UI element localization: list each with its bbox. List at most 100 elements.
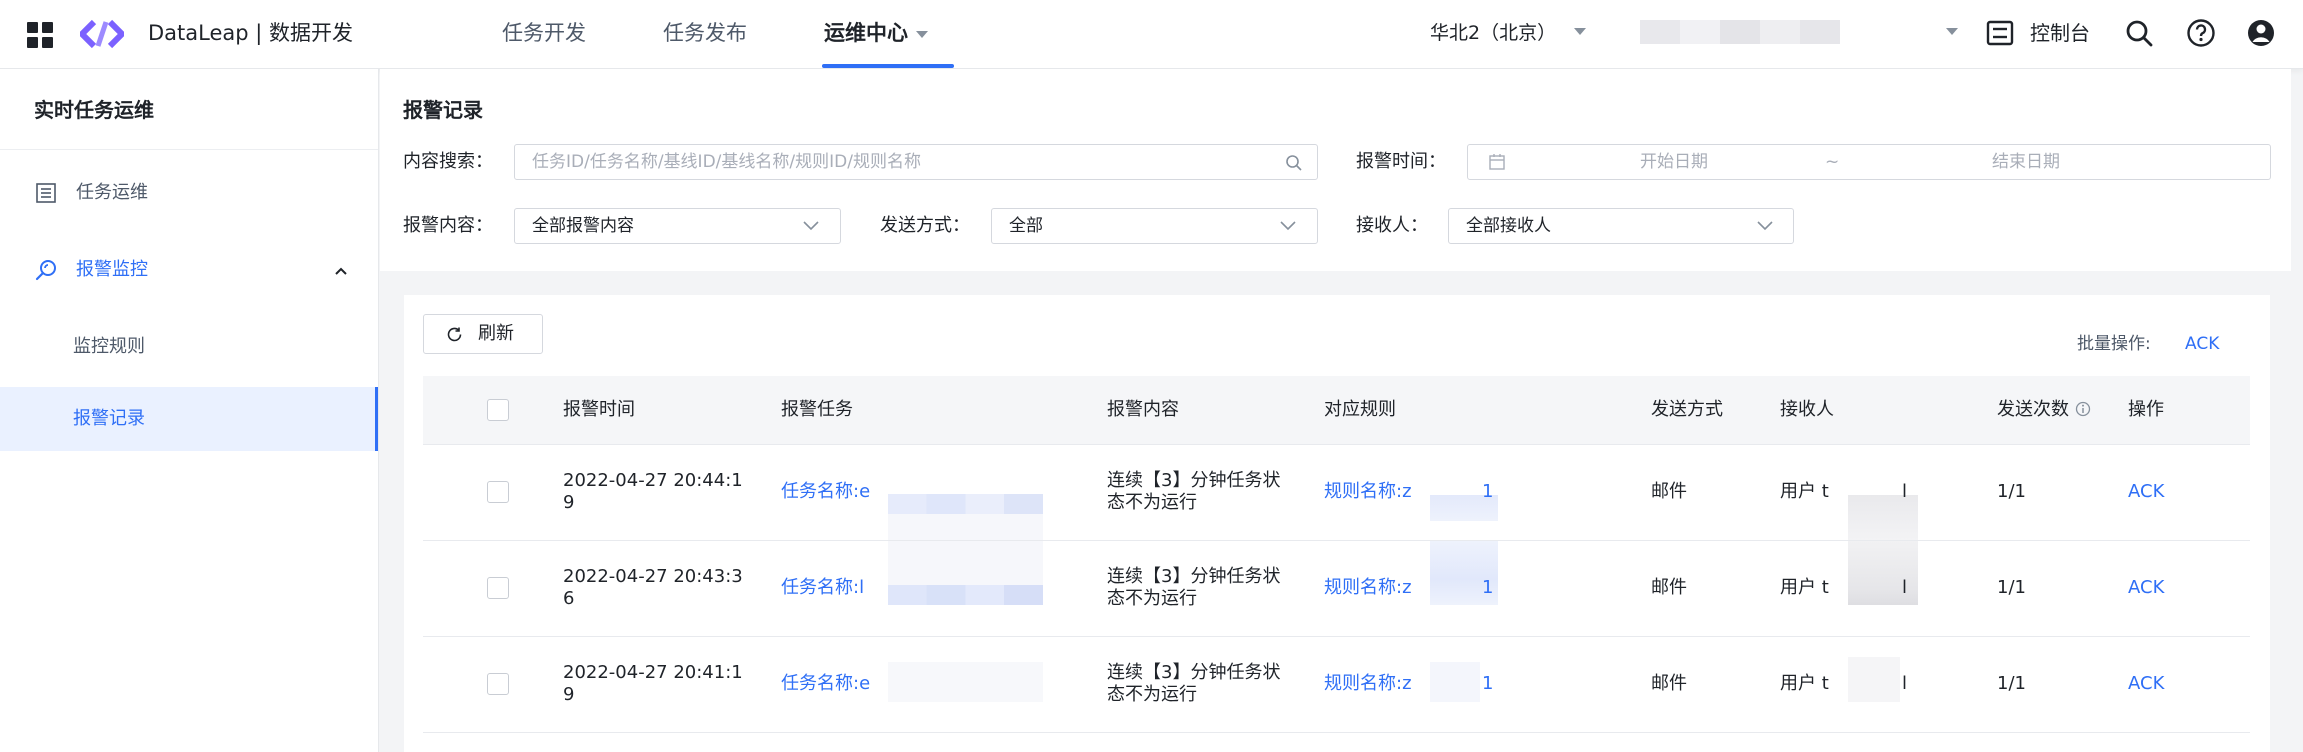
sidebar-item-monitor-rules[interactable]: 监控规则 xyxy=(0,315,378,379)
column-header-alarm-content[interactable]: 报警内容 xyxy=(1107,376,1179,444)
sidebar-item-label: 报警监控 xyxy=(76,259,148,280)
send-method-label: 发送方式： xyxy=(880,215,970,236)
top-navigation-bar: DataLeap | 数据开发 任务开发 任务发布 运维中心 华北2（北京） 控… xyxy=(0,0,2303,69)
sidebar-title: 实时任务运维 xyxy=(34,98,154,122)
search-icon[interactable] xyxy=(1285,154,1303,172)
receiver-value: 全部接收人 xyxy=(1466,216,1551,236)
send-method-cell: 邮件 xyxy=(1651,577,1687,598)
info-icon[interactable] xyxy=(2075,401,2091,417)
send-count-cell: 1/1 xyxy=(1997,577,2026,598)
page-title: 报警记录 xyxy=(403,98,483,122)
sidebar: 实时任务运维 任务运维 报警监控 监控规则 报警记录 xyxy=(0,69,379,752)
range-separator: ~ xyxy=(1825,152,1840,172)
column-header-alarm-time[interactable]: 报警时间 xyxy=(563,376,635,444)
alarm-time-line2: 9 xyxy=(563,684,575,705)
alarm-time-range-picker[interactable]: 开始日期 ~ 结束日期 xyxy=(1467,144,2271,180)
end-date-input[interactable]: 结束日期 xyxy=(1992,145,2060,179)
rule-link[interactable]: 规则名称:z xyxy=(1324,577,1412,599)
nav-tab-ops-center-label: 运维中心 xyxy=(824,21,908,45)
chevron-down-icon xyxy=(1757,221,1773,231)
refresh-button[interactable]: 刷新 xyxy=(423,314,543,354)
alarm-task-link[interactable]: 任务名称:l xyxy=(781,577,864,599)
redacted-receiver-name xyxy=(1848,541,1918,605)
start-date-input[interactable]: 开始日期 xyxy=(1640,145,1708,179)
help-icon[interactable] xyxy=(2186,18,2216,48)
ack-button[interactable]: ACK xyxy=(2128,577,2164,599)
brand-title: DataLeap | 数据开发 xyxy=(148,21,354,45)
search-label: 内容搜索： xyxy=(403,151,493,172)
rule-link-suffix[interactable]: 1 xyxy=(1482,481,1493,503)
alarm-task-link[interactable]: 任务名称:e xyxy=(781,481,870,503)
sidebar-item-label: 报警记录 xyxy=(73,408,145,429)
send-method-value: 全部 xyxy=(1009,216,1043,236)
rule-link-suffix[interactable]: 1 xyxy=(1482,577,1493,599)
alarm-content-select[interactable]: 全部报警内容 xyxy=(514,208,841,244)
redacted-task-name-shadow xyxy=(888,514,1043,540)
search-placeholder: 任务ID/任务名称/基线ID/基线名称/规则ID/规则名称 xyxy=(532,152,921,172)
select-all-checkbox[interactable] xyxy=(487,399,509,421)
send-method-cell: 邮件 xyxy=(1651,481,1687,502)
receiver-select[interactable]: 全部接收人 xyxy=(1448,208,1794,244)
region-selector[interactable]: 华北2（北京） xyxy=(1430,18,1556,48)
sidebar-item-alarm-records[interactable]: 报警记录 xyxy=(0,387,378,451)
alarm-content-cell: 连续【3】分钟任务状 态不为运行 xyxy=(1107,470,1280,514)
redacted-rule-name xyxy=(1430,662,1480,702)
row-checkbox[interactable] xyxy=(487,577,509,599)
search-icon[interactable] xyxy=(2124,18,2154,48)
alarm-time-line2: 9 xyxy=(563,492,575,513)
send-method-cell: 邮件 xyxy=(1651,673,1687,694)
dataleap-logo-icon[interactable] xyxy=(80,18,124,50)
console-link[interactable]: 控制台 xyxy=(2030,18,2090,48)
receiver-label: 接收人： xyxy=(1356,215,1428,236)
table-row: 2022-04-27 20:44:1 9 任务名称:e 连续【3】分钟任务状 态不为… xyxy=(423,445,2250,541)
alarm-content-cell: 连续【3】分钟任务状 态不为运行 xyxy=(1107,566,1280,610)
column-header-send-method[interactable]: 发送方式 xyxy=(1651,376,1723,444)
user-avatar-icon[interactable] xyxy=(2246,18,2276,48)
apps-grid-icon[interactable] xyxy=(27,22,53,48)
sidebar-item-task-ops[interactable]: 任务运维 xyxy=(0,161,378,225)
account-chevron-down-icon[interactable] xyxy=(1946,28,1958,35)
sidebar-item-label: 任务运维 xyxy=(76,182,148,203)
account-selector-redacted[interactable] xyxy=(1640,20,1840,44)
alarm-records-panel: 刷新 批量操作: ACK 报警时间 报警任务 报警内容 对应规则 发送方式 接收… xyxy=(404,295,2270,752)
table-header: 报警时间 报警任务 报警内容 对应规则 发送方式 接收人 发送次数 操作 xyxy=(423,376,2250,445)
receiver-cell: 用户 t xyxy=(1780,481,1829,502)
region-chevron-down-icon[interactable] xyxy=(1574,28,1586,35)
alarm-content-line2: 态不为运行 xyxy=(1107,492,1197,513)
console-icon[interactable] xyxy=(1986,20,2014,46)
ack-button[interactable]: ACK xyxy=(2128,481,2164,503)
row-checkbox[interactable] xyxy=(487,673,509,695)
ack-button[interactable]: ACK xyxy=(2128,673,2164,695)
column-header-send-count[interactable]: 发送次数 xyxy=(1997,376,2091,444)
alarm-content-line1: 连续【3】分钟任务状 xyxy=(1107,662,1281,683)
send-count-cell: 1/1 xyxy=(1997,481,2026,502)
column-header-rule[interactable]: 对应规则 xyxy=(1324,376,1396,444)
nav-tab-task-release[interactable]: 任务发布 xyxy=(663,18,747,48)
column-header-receiver[interactable]: 接收人 xyxy=(1780,376,1834,444)
alarm-time-cell: 2022-04-27 20:44:1 9 xyxy=(563,470,743,514)
receiver-suffix: l xyxy=(1902,577,1908,598)
alarm-content-line1: 连续【3】分钟任务状 xyxy=(1107,470,1281,491)
chevron-up-icon[interactable] xyxy=(334,266,348,276)
rule-link[interactable]: 规则名称:z xyxy=(1324,673,1412,695)
send-count-cell: 1/1 xyxy=(1997,673,2026,694)
receiver-cell: 用户 t xyxy=(1780,673,1829,694)
alarm-content-label: 报警内容： xyxy=(403,215,493,236)
row-checkbox[interactable] xyxy=(487,481,509,503)
alarm-task-link[interactable]: 任务名称:e xyxy=(781,673,870,695)
alarm-content-value: 全部报警内容 xyxy=(532,216,634,236)
batch-ack-button[interactable]: ACK xyxy=(2185,331,2219,357)
rule-link[interactable]: 规则名称:z xyxy=(1324,481,1412,503)
nav-tab-ops-center[interactable]: 运维中心 xyxy=(824,18,928,48)
content-search-input[interactable]: 任务ID/任务名称/基线ID/基线名称/规则ID/规则名称 xyxy=(514,144,1318,180)
alarm-content-line2: 态不为运行 xyxy=(1107,684,1197,705)
alarm-content-cell: 连续【3】分钟任务状 态不为运行 xyxy=(1107,662,1280,706)
rule-link-suffix[interactable]: 1 xyxy=(1482,673,1493,695)
sidebar-item-alarm-monitor[interactable]: 报警监控 xyxy=(0,238,378,302)
column-header-alarm-task[interactable]: 报警任务 xyxy=(781,376,853,444)
receiver-suffix: l xyxy=(1902,481,1908,502)
send-method-select[interactable]: 全部 xyxy=(991,208,1318,244)
nav-tab-task-development[interactable]: 任务开发 xyxy=(502,18,586,48)
chevron-down-icon xyxy=(916,30,928,38)
column-header-action: 操作 xyxy=(2128,399,2164,420)
